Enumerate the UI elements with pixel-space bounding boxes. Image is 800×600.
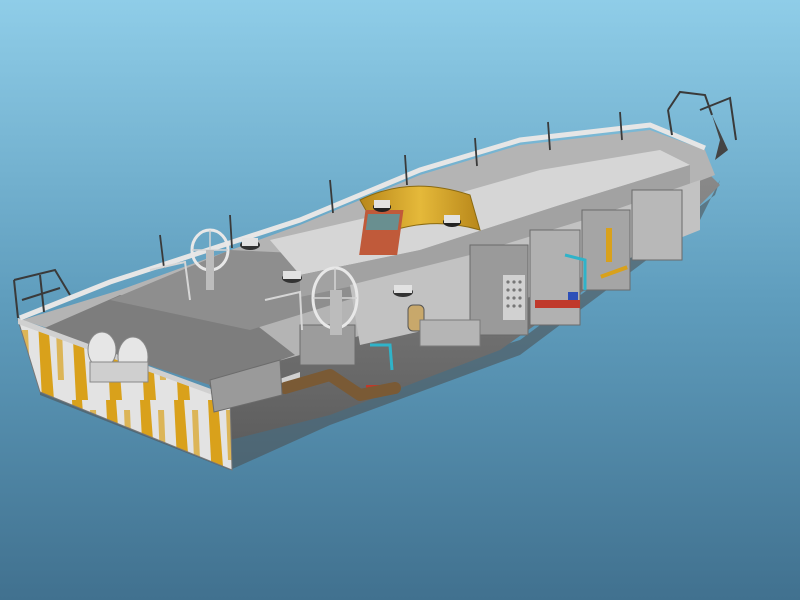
winch-3 (443, 215, 461, 227)
settee (419, 319, 481, 347)
winch-4 (393, 285, 413, 297)
equipment-blue (568, 292, 578, 300)
hatch-window (365, 214, 400, 230)
yellow-stripe (606, 228, 612, 262)
berth-red (535, 300, 580, 308)
winch-5 (282, 271, 302, 283)
aft-locker (299, 324, 356, 366)
winch-2 (373, 200, 391, 212)
bulkhead-2 (529, 229, 581, 326)
cad-viewport[interactable] (0, 0, 800, 600)
bulkhead-4 (631, 189, 683, 261)
liferaft-base (89, 361, 149, 383)
yacht-cutaway-model (0, 0, 800, 600)
winch-1 (240, 238, 260, 250)
